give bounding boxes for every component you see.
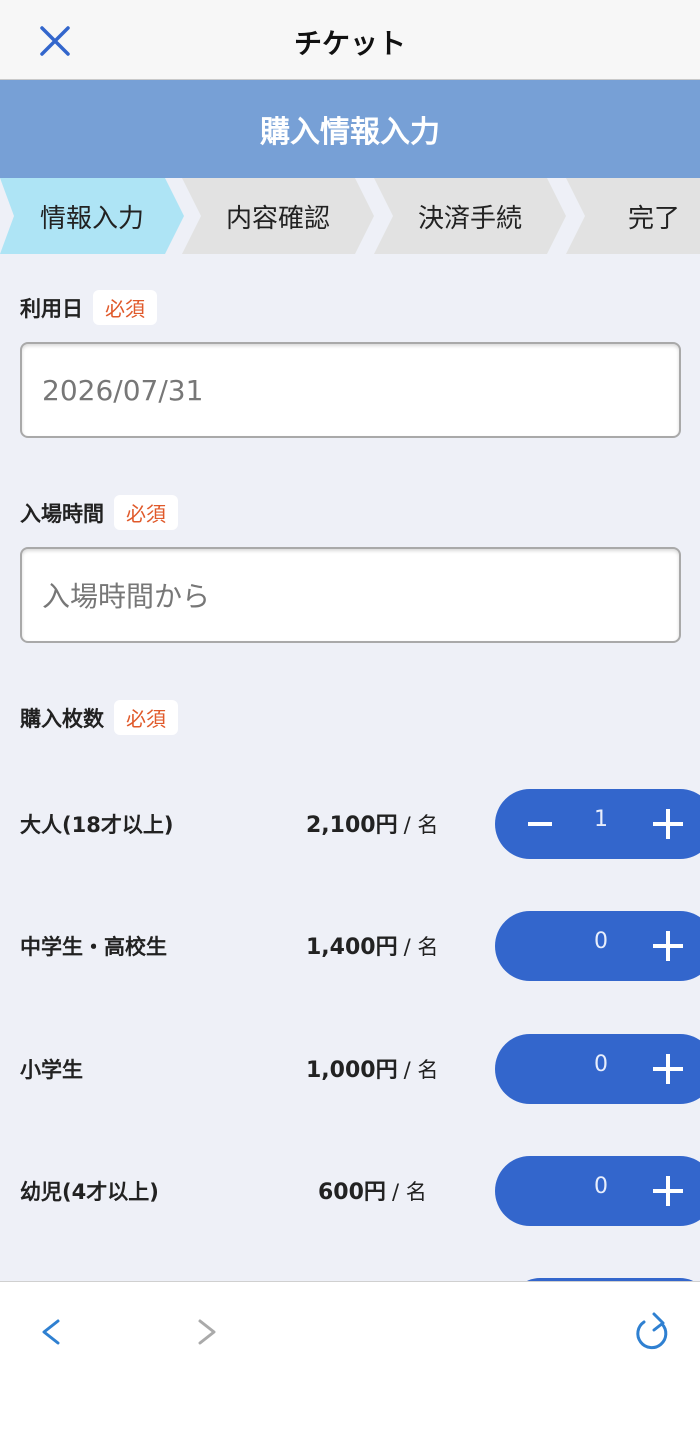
- required-badge: 必須: [114, 700, 178, 735]
- step-indicator: 情報入力 内容確認 決済手続 完了: [0, 178, 700, 254]
- ticket-name: 中学生・高校生: [20, 935, 167, 959]
- step-complete: 完了: [566, 178, 700, 254]
- required-badge: 必須: [114, 495, 178, 530]
- ticket-price: 600円 / 名: [318, 1174, 427, 1206]
- price-value: 2,100円: [306, 813, 398, 838]
- quantity-label-text: 購入枚数: [20, 706, 104, 731]
- increment-button[interactable]: [647, 925, 689, 967]
- step-label: 決済手続: [417, 203, 522, 234]
- time-select[interactable]: 入場時間から: [20, 547, 681, 643]
- date-label-text: 利用日: [20, 296, 83, 321]
- quantity-value: 0: [594, 1052, 608, 1077]
- date-input[interactable]: 2026/07/31: [20, 342, 681, 438]
- step-payment: 決済手続: [374, 178, 566, 254]
- quantity-stepper: 0: [495, 1034, 700, 1104]
- page-title: チケット: [293, 27, 406, 60]
- increment-button[interactable]: [647, 1170, 689, 1212]
- price-value: 600円: [318, 1180, 386, 1205]
- quantity-value: 1: [594, 807, 608, 832]
- ticket-price: 2,100円 / 名: [306, 807, 438, 839]
- minus-icon: [528, 822, 552, 826]
- forward-button[interactable]: [188, 1310, 228, 1354]
- price-value: 1,400円: [306, 935, 398, 960]
- quantity-stepper: 0: [495, 1156, 700, 1226]
- price-value: 1,000円: [306, 1058, 398, 1083]
- price-unit: / 名: [403, 1058, 439, 1082]
- price-unit: / 名: [391, 1180, 427, 1204]
- quantity-stepper: 0: [495, 911, 700, 981]
- ticket-row-junior-high: 中学生・高校生 1,400円 / 名 0: [0, 911, 700, 981]
- step-confirm: 内容確認: [182, 178, 374, 254]
- price-unit: / 名: [403, 813, 439, 837]
- time-label: 入場時間 必須: [20, 495, 178, 530]
- plus-icon: [653, 1054, 683, 1084]
- ticket-row-elementary: 小学生 1,000円 / 名 0: [0, 1034, 700, 1104]
- required-badge: 必須: [93, 290, 157, 325]
- ticket-price: 1,000円 / 名: [306, 1052, 438, 1084]
- date-label: 利用日 必須: [20, 290, 157, 325]
- ticket-row-infant: 幼児(4才以上) 600円 / 名 0: [0, 1156, 700, 1226]
- ticket-name: 幼児(4才以上): [20, 1180, 159, 1204]
- top-bar: チケット: [0, 0, 700, 80]
- price-unit: / 名: [403, 935, 439, 959]
- increment-button[interactable]: [647, 1048, 689, 1090]
- ticket-name: 小学生: [20, 1058, 83, 1082]
- browser-toolbar: [0, 1281, 700, 1431]
- chevron-right-icon: [198, 1319, 216, 1345]
- time-label-text: 入場時間: [20, 501, 104, 526]
- step-label: 内容確認: [225, 203, 330, 234]
- plus-icon: [653, 1176, 683, 1206]
- step-info-input: 情報入力: [0, 178, 184, 254]
- quantity-value: 0: [594, 1174, 608, 1199]
- back-button[interactable]: [30, 1310, 70, 1354]
- quantity-value: 0: [594, 929, 608, 954]
- chevron-left-icon: [42, 1319, 60, 1345]
- quantity-stepper: 1: [495, 789, 700, 859]
- section-banner: 購入情報入力: [0, 80, 700, 178]
- time-placeholder: 入場時間から: [42, 580, 211, 613]
- plus-icon: [653, 809, 683, 839]
- step-label: 情報入力: [39, 203, 144, 234]
- decrement-button[interactable]: [523, 803, 557, 845]
- ticket-price: 1,400円 / 名: [306, 929, 438, 961]
- plus-icon: [653, 931, 683, 961]
- ticket-row-adult: 大人(18才以上) 2,100円 / 名 1: [0, 789, 700, 859]
- quantity-label: 購入枚数 必須: [20, 700, 178, 735]
- reload-button[interactable]: [630, 1310, 674, 1354]
- step-label: 完了: [627, 203, 680, 234]
- reload-icon: [636, 1312, 668, 1350]
- ticket-name: 大人(18才以上): [20, 813, 174, 837]
- date-value: 2026/07/31: [42, 373, 204, 407]
- increment-button[interactable]: [647, 803, 689, 845]
